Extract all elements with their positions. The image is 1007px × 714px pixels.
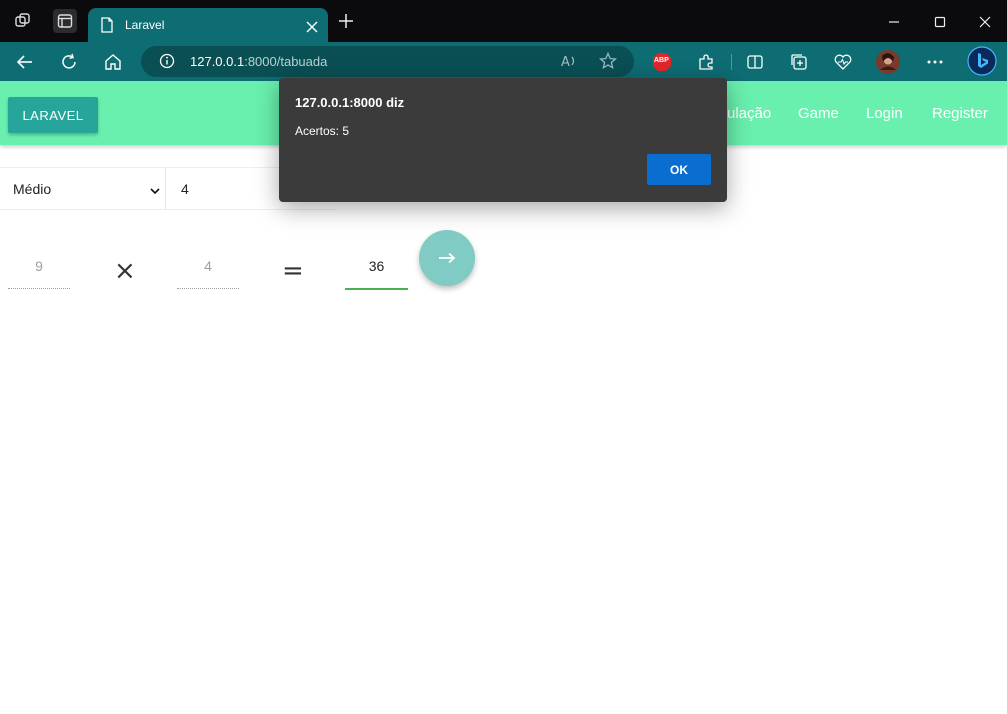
extensions-icon[interactable]	[694, 50, 718, 74]
minimize-icon[interactable]	[884, 12, 904, 32]
nav-link-game[interactable]: Game	[798, 105, 839, 122]
nav-link-simulacao[interactable]: ulação	[727, 105, 771, 122]
address-host: 127.0.0.1	[190, 54, 245, 69]
collections-icon[interactable]	[787, 50, 811, 74]
svg-text:A: A	[561, 55, 570, 69]
back-icon[interactable]	[13, 50, 37, 74]
address-text: 127.0.0.1:8000/tabuada	[190, 54, 327, 69]
page-icon	[100, 17, 114, 37]
close-icon[interactable]	[306, 18, 318, 37]
table-number-input[interactable]: 4	[181, 181, 189, 197]
times-symbol: ×	[114, 256, 136, 286]
submit-answer-button[interactable]	[419, 230, 475, 286]
brand-button[interactable]: LARAVEL	[8, 97, 98, 133]
dialog-title: 127.0.0.1:8000 diz	[295, 95, 405, 110]
bing-icon[interactable]	[967, 46, 997, 76]
maximize-icon[interactable]	[930, 12, 950, 32]
browser-tab[interactable]: Laravel	[88, 8, 328, 42]
nav-link-register[interactable]: Register	[932, 105, 988, 122]
home-icon[interactable]	[101, 50, 125, 74]
difficulty-select[interactable]: Médio	[0, 168, 166, 210]
dialog-message: Acertos: 5	[295, 124, 350, 138]
browser-essentials-icon[interactable]	[831, 50, 855, 74]
arrow-right-icon	[438, 249, 456, 268]
tab-actions-icon[interactable]	[53, 9, 77, 33]
profile-avatar[interactable]	[876, 50, 900, 74]
operand-b: 4	[204, 258, 212, 274]
operand-a-underline	[8, 288, 70, 289]
workspaces-icon[interactable]	[11, 9, 35, 33]
ok-button[interactable]: OK	[647, 154, 711, 185]
refresh-icon[interactable]	[57, 50, 81, 74]
tab-title: Laravel	[125, 18, 165, 32]
operand-b-underline	[177, 288, 239, 289]
difficulty-value: Médio	[13, 181, 52, 197]
address-path: :8000/tabuada	[244, 54, 328, 69]
read-aloud-icon[interactable]: A	[560, 53, 578, 73]
answer-input[interactable]: 36	[345, 258, 408, 274]
adblock-label: ABP	[654, 57, 669, 64]
browser-toolbar: 127.0.0.1:8000/tabuada A ABP	[0, 42, 1007, 81]
more-icon[interactable]	[923, 50, 947, 74]
equals-symbol: =	[282, 256, 304, 286]
operand-a: 9	[35, 258, 43, 274]
favorite-icon[interactable]	[598, 51, 618, 74]
alert-dialog: 127.0.0.1:8000 diz Acertos: 5 OK	[279, 78, 727, 202]
adblock-icon[interactable]: ABP	[650, 50, 674, 74]
browser-tab-bar: Laravel	[0, 0, 1007, 42]
toolbar-divider	[731, 54, 732, 70]
window-close-icon[interactable]	[975, 12, 995, 32]
split-screen-icon[interactable]	[743, 50, 767, 74]
chevron-down-icon	[150, 181, 160, 200]
info-icon[interactable]	[159, 53, 175, 73]
new-tab-icon[interactable]	[334, 9, 358, 33]
nav-link-login[interactable]: Login	[866, 105, 903, 122]
answer-underline	[345, 288, 408, 290]
address-bar[interactable]: 127.0.0.1:8000/tabuada A	[141, 46, 634, 77]
